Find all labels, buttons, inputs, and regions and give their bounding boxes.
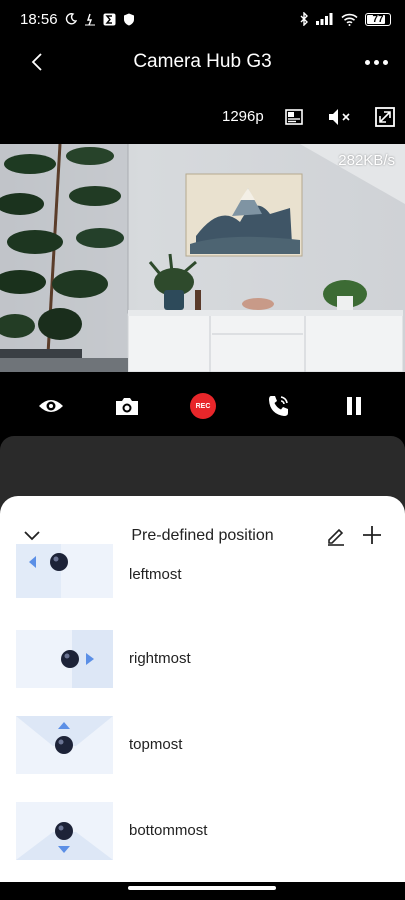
add-position-button[interactable] (361, 524, 383, 546)
mute-button[interactable] (327, 106, 350, 128)
status-left: 18:56 (20, 11, 135, 28)
position-thumbnail (16, 630, 113, 688)
predefined-position-sheet: Pre-defined position leftmost rightmost … (0, 496, 405, 900)
picture-in-picture-icon (285, 109, 303, 125)
wifi-icon (341, 13, 358, 26)
more-dots-icon (364, 59, 370, 65)
rec-icon: REC (190, 393, 216, 419)
status-time: 18:56 (20, 10, 58, 28)
picture-in-picture-button[interactable] (283, 106, 305, 128)
plus-icon (363, 526, 381, 544)
resolution-selector[interactable]: 1296p (222, 108, 264, 125)
list-item-topmost[interactable]: topmost (0, 716, 405, 774)
bitrate-indicator: 282KB/s (338, 152, 395, 169)
edit-button[interactable] (325, 524, 347, 546)
page-title: Camera Hub G3 (133, 51, 272, 72)
fullscreen-icon (375, 107, 395, 127)
chevron-left-icon (31, 53, 42, 71)
item-label: leftmost (129, 566, 182, 583)
list-item-rightmost[interactable]: rightmost (0, 630, 405, 688)
live-video-feed[interactable]: 282KB/s (0, 144, 405, 372)
more-options-button[interactable] (361, 52, 391, 72)
speaker-muted-icon (329, 109, 350, 125)
pause-icon (347, 397, 361, 415)
shield-icon (123, 13, 135, 26)
battery-icon: 77 (365, 12, 391, 26)
list-item-leftmost[interactable]: leftmost (0, 544, 405, 602)
navigation-bar (0, 882, 405, 900)
record-button[interactable]: REC (188, 392, 218, 420)
notification-icon (84, 13, 96, 26)
item-label: rightmost (129, 650, 191, 667)
fullscreen-button[interactable] (374, 106, 396, 128)
position-thumbnail (16, 716, 113, 774)
list-item-bottommost[interactable]: bottommost (0, 802, 405, 860)
pencil-icon (328, 528, 344, 546)
call-button[interactable] (264, 392, 294, 420)
home-indicator[interactable] (128, 886, 276, 890)
status-bar: 18:56 77 (0, 0, 405, 38)
moon-icon (65, 13, 77, 25)
status-right: 77 (299, 12, 391, 26)
bluetooth-icon (299, 12, 309, 26)
snapshot-button[interactable] (112, 392, 142, 420)
view-button[interactable] (36, 392, 66, 420)
position-thumbnail (16, 802, 113, 860)
video-toolbar: 1296p (0, 100, 405, 136)
eye-icon (39, 400, 63, 412)
phone-call-icon (269, 396, 288, 416)
back-button[interactable] (26, 50, 50, 74)
battery-level: 77 (372, 13, 384, 25)
camera-scene-image (0, 144, 405, 372)
item-label: bottommost (129, 822, 208, 839)
camera-controls: REC (0, 384, 405, 428)
sigma-icon (103, 13, 116, 26)
app-header: Camera Hub G3 (0, 38, 405, 86)
signal-icon (316, 13, 334, 25)
position-thumbnail (16, 544, 113, 602)
pause-button[interactable] (339, 392, 369, 420)
camera-icon (116, 398, 138, 415)
item-label: topmost (129, 736, 183, 753)
